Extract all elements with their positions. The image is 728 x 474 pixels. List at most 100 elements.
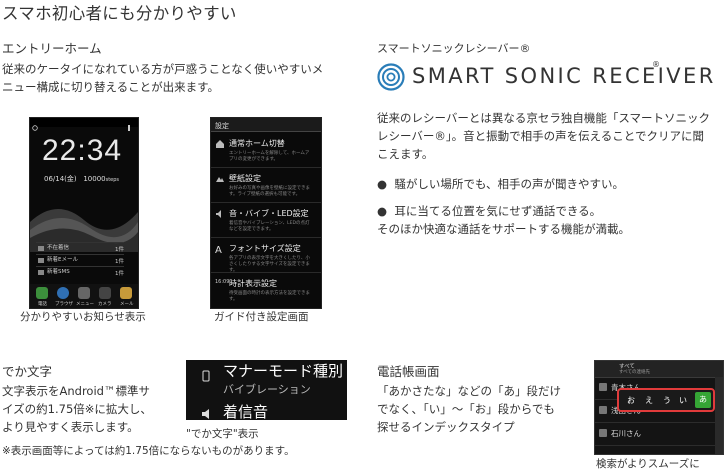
ssr-logo-text: SMART SONIC RECEIVER: [412, 64, 716, 88]
steps-unit: steps: [105, 177, 120, 183]
date-text: 06/14(金): [44, 175, 77, 183]
sonic-body-line: 従来のレシーバーとは異なる京セラ独自機能「スマートソニック: [377, 111, 711, 125]
clock-icon: 16:09: [215, 279, 230, 285]
mail-icon: [38, 258, 44, 263]
phonebook-title: 電話帳画面: [377, 364, 440, 379]
dock-label: メニュー: [76, 302, 94, 307]
contact-icon: [599, 429, 607, 437]
entry-home-body: 従来のケータイになれている方が戸惑うことなく使いやすいメ ニュー構成に切り替える…: [2, 60, 362, 96]
settings-item-title: 時計表示設定: [229, 279, 277, 288]
settings-screen-caption: ガイド付き設定画面: [214, 311, 309, 323]
phone-app-icon[interactable]: [36, 287, 48, 299]
contact-icon: [599, 406, 607, 414]
notification-missed-call[interactable]: 不在着信 1件: [36, 242, 124, 254]
kana-index-popup: お え う い あ: [617, 388, 715, 412]
mail-app-icon[interactable]: [120, 287, 132, 299]
settings-item-desc: 待受画面の時計の表示方法を設定できます。: [229, 291, 310, 302]
camera-app-icon[interactable]: [99, 287, 111, 299]
wallpaper-icon: [216, 177, 224, 182]
settings-item-font-size[interactable]: A フォントサイズ設定 各アプリの表示文字を大きくしたり、小さくしたりする文字サ…: [211, 238, 321, 273]
settings-item-clock[interactable]: 16:09 時計表示設定 待受画面の時計の表示方法を設定できます。: [211, 273, 321, 307]
dock-label: メール: [120, 302, 134, 307]
settings-item-wallpaper[interactable]: 壁紙設定 お好みの写真や画像を壁紙に設定できます。ライブ壁紙の選択も可能です。: [211, 168, 321, 203]
settings-item-home-switch[interactable]: 通常ホーム切替 エントリーホームを解除して、ホームアプリの変更ができます。: [211, 133, 321, 168]
sonic-note: そのほか快適な通話をサポートする機能が満載。: [377, 222, 630, 236]
settings-item-desc: 各アプリの表示文字を大きくしたり、小さくしたりする文字サイズを設定できます。: [229, 256, 310, 273]
dekamoji-body: 文字表示をAndroid™標準サ イズの約1.75倍※に拡大し、 より見やすく表…: [2, 382, 182, 436]
dock-label: 電話: [38, 302, 47, 307]
index-kana[interactable]: え: [645, 395, 653, 406]
speaker-icon: [216, 210, 221, 218]
sonic-wave-icon: [377, 63, 405, 91]
index-kana[interactable]: お: [627, 395, 635, 406]
dekamoji-line-2: バイブレーション: [223, 383, 311, 396]
dekamoji-body-line: より見やすく表示します。: [2, 420, 139, 434]
font-icon: A: [215, 245, 222, 254]
phonebook-body: 「あかさたな」などの「あ」段だけ でなく、「い」～「お」段からでも 探せるインデ…: [377, 382, 587, 436]
dekamoji-footnote: ※表示画面等によっては約1.75倍にならないものがあります。: [2, 445, 295, 457]
settings-item-title: 壁紙設定: [229, 174, 261, 183]
contact-icon: [599, 383, 607, 391]
home-screen-caption: 分かりやすいお知らせ表示: [20, 311, 146, 323]
dock-label: ブラウザ: [55, 302, 73, 307]
sonic-bullet: ● 騒がしい場所でも、相手の声が聞きやすい。: [377, 177, 625, 191]
dekamoji-body-line: 文字表示をAndroid™標準サ: [2, 384, 150, 398]
notification-label: 不在着信: [47, 245, 70, 251]
settings-header: 設定: [211, 118, 321, 132]
sonic-bullet: ● 耳に当てる位置を気にせず通話できる。: [377, 204, 602, 218]
speaker-icon: [202, 409, 209, 419]
phonebook-body-line: でなく、「い」～「お」段からでも: [377, 402, 555, 416]
contact-row[interactable]: 石川さん: [595, 423, 723, 446]
phone-icon: [38, 246, 44, 251]
sonic-title: スマートソニックレシーバー®: [377, 42, 531, 55]
status-bar: [30, 118, 138, 131]
settings-item-title: 通常ホーム切替: [229, 139, 285, 148]
settings-item-desc: 着信音やバイブレーション、LEDの点灯などを設定できます。: [229, 221, 310, 232]
dekamoji-line-3: 着信音: [223, 403, 269, 420]
sonic-body-line: こえます。: [377, 147, 434, 161]
phonebook-screen-image: すべて すべての連絡先 青木さん 浅田さん 石川さん お え う い あ: [594, 360, 724, 455]
page-title: スマホ初心者にも分かりやすい: [2, 4, 237, 23]
home-date: 06/14(金) 10000steps: [44, 174, 119, 184]
phonebook-body-line: 探せるインデックスタイプ: [377, 420, 515, 434]
dekamoji-screen-image: マナーモード種別 バイブレーション 着信音: [186, 360, 347, 420]
steps-count: 10000: [83, 175, 106, 183]
index-kana[interactable]: い: [679, 395, 687, 406]
entry-home-body-line: ニュー構成に切り替えることが出来ます。: [2, 80, 220, 94]
dock-label: カメラ: [98, 302, 112, 307]
phonebook-caption: 検索がよりスムーズに: [596, 458, 700, 470]
sms-icon: [38, 270, 44, 275]
settings-item-sound[interactable]: 音・バイブ・LED設定 着信音やバイブレーション、LEDの点灯などを設定できます…: [211, 203, 321, 238]
home-screen-image: 22:34 06/14(金) 10000steps 不在着信 1件 新着Eメール 1…: [29, 117, 139, 309]
notification-sms[interactable]: 新着SMS 1件: [36, 266, 124, 278]
notification-label: 新着SMS: [47, 269, 70, 275]
home-icon: [216, 140, 224, 148]
menu-app-icon[interactable]: [78, 287, 90, 299]
sonic-body: 従来のレシーバーとは異なる京セラ独自機能「スマートソニック レシーバー®」。音と…: [377, 109, 722, 163]
notification-count: 1件: [115, 247, 124, 253]
dekamoji-title: でか文字: [2, 364, 53, 379]
sonic-bullet-text: 騒がしい場所でも、相手の声が聞きやすい。: [394, 177, 625, 191]
home-clock: 22:34: [42, 134, 123, 167]
notification-count: 1件: [115, 259, 124, 265]
settings-screen-image: 設定 通常ホーム切替 エントリーホームを解除して、ホームアプリの変更ができます。…: [210, 117, 322, 309]
settings-item-desc: エントリーホームを解除して、ホームアプリの変更ができます。: [229, 151, 310, 162]
vibrate-icon: [202, 370, 210, 382]
notification-count: 1件: [115, 271, 124, 277]
settings-item-title: フォントサイズ設定: [229, 244, 301, 253]
browser-app-icon[interactable]: [57, 287, 69, 299]
index-scrollbar[interactable]: [715, 377, 723, 454]
phonebook-header: すべて すべての連絡先: [595, 361, 723, 378]
contact-name: 石川さん: [611, 429, 641, 438]
svg-text:A: A: [215, 245, 222, 254]
phonebook-body-line: 「あかさたな」などの「あ」段だけ: [377, 384, 561, 398]
dekamoji-line-1: マナーモード種別: [223, 362, 344, 380]
sonic-body-line: レシーバー®」。音と振動で相手の声を伝えることでクリアに聞: [377, 129, 704, 143]
settings-item-desc: お好みの写真や画像を壁紙に設定できます。ライブ壁紙の選択も可能です。: [229, 186, 310, 197]
index-kana-active[interactable]: あ: [695, 392, 711, 408]
index-kana[interactable]: う: [663, 395, 671, 406]
app-dock: 電話 ブラウザ メニュー カメラ メール: [30, 284, 138, 308]
entry-home-title: エントリーホーム: [2, 41, 102, 56]
phonebook-header-sub: すべての連絡先: [619, 370, 651, 375]
notification-email[interactable]: 新着Eメール 1件: [36, 254, 124, 266]
